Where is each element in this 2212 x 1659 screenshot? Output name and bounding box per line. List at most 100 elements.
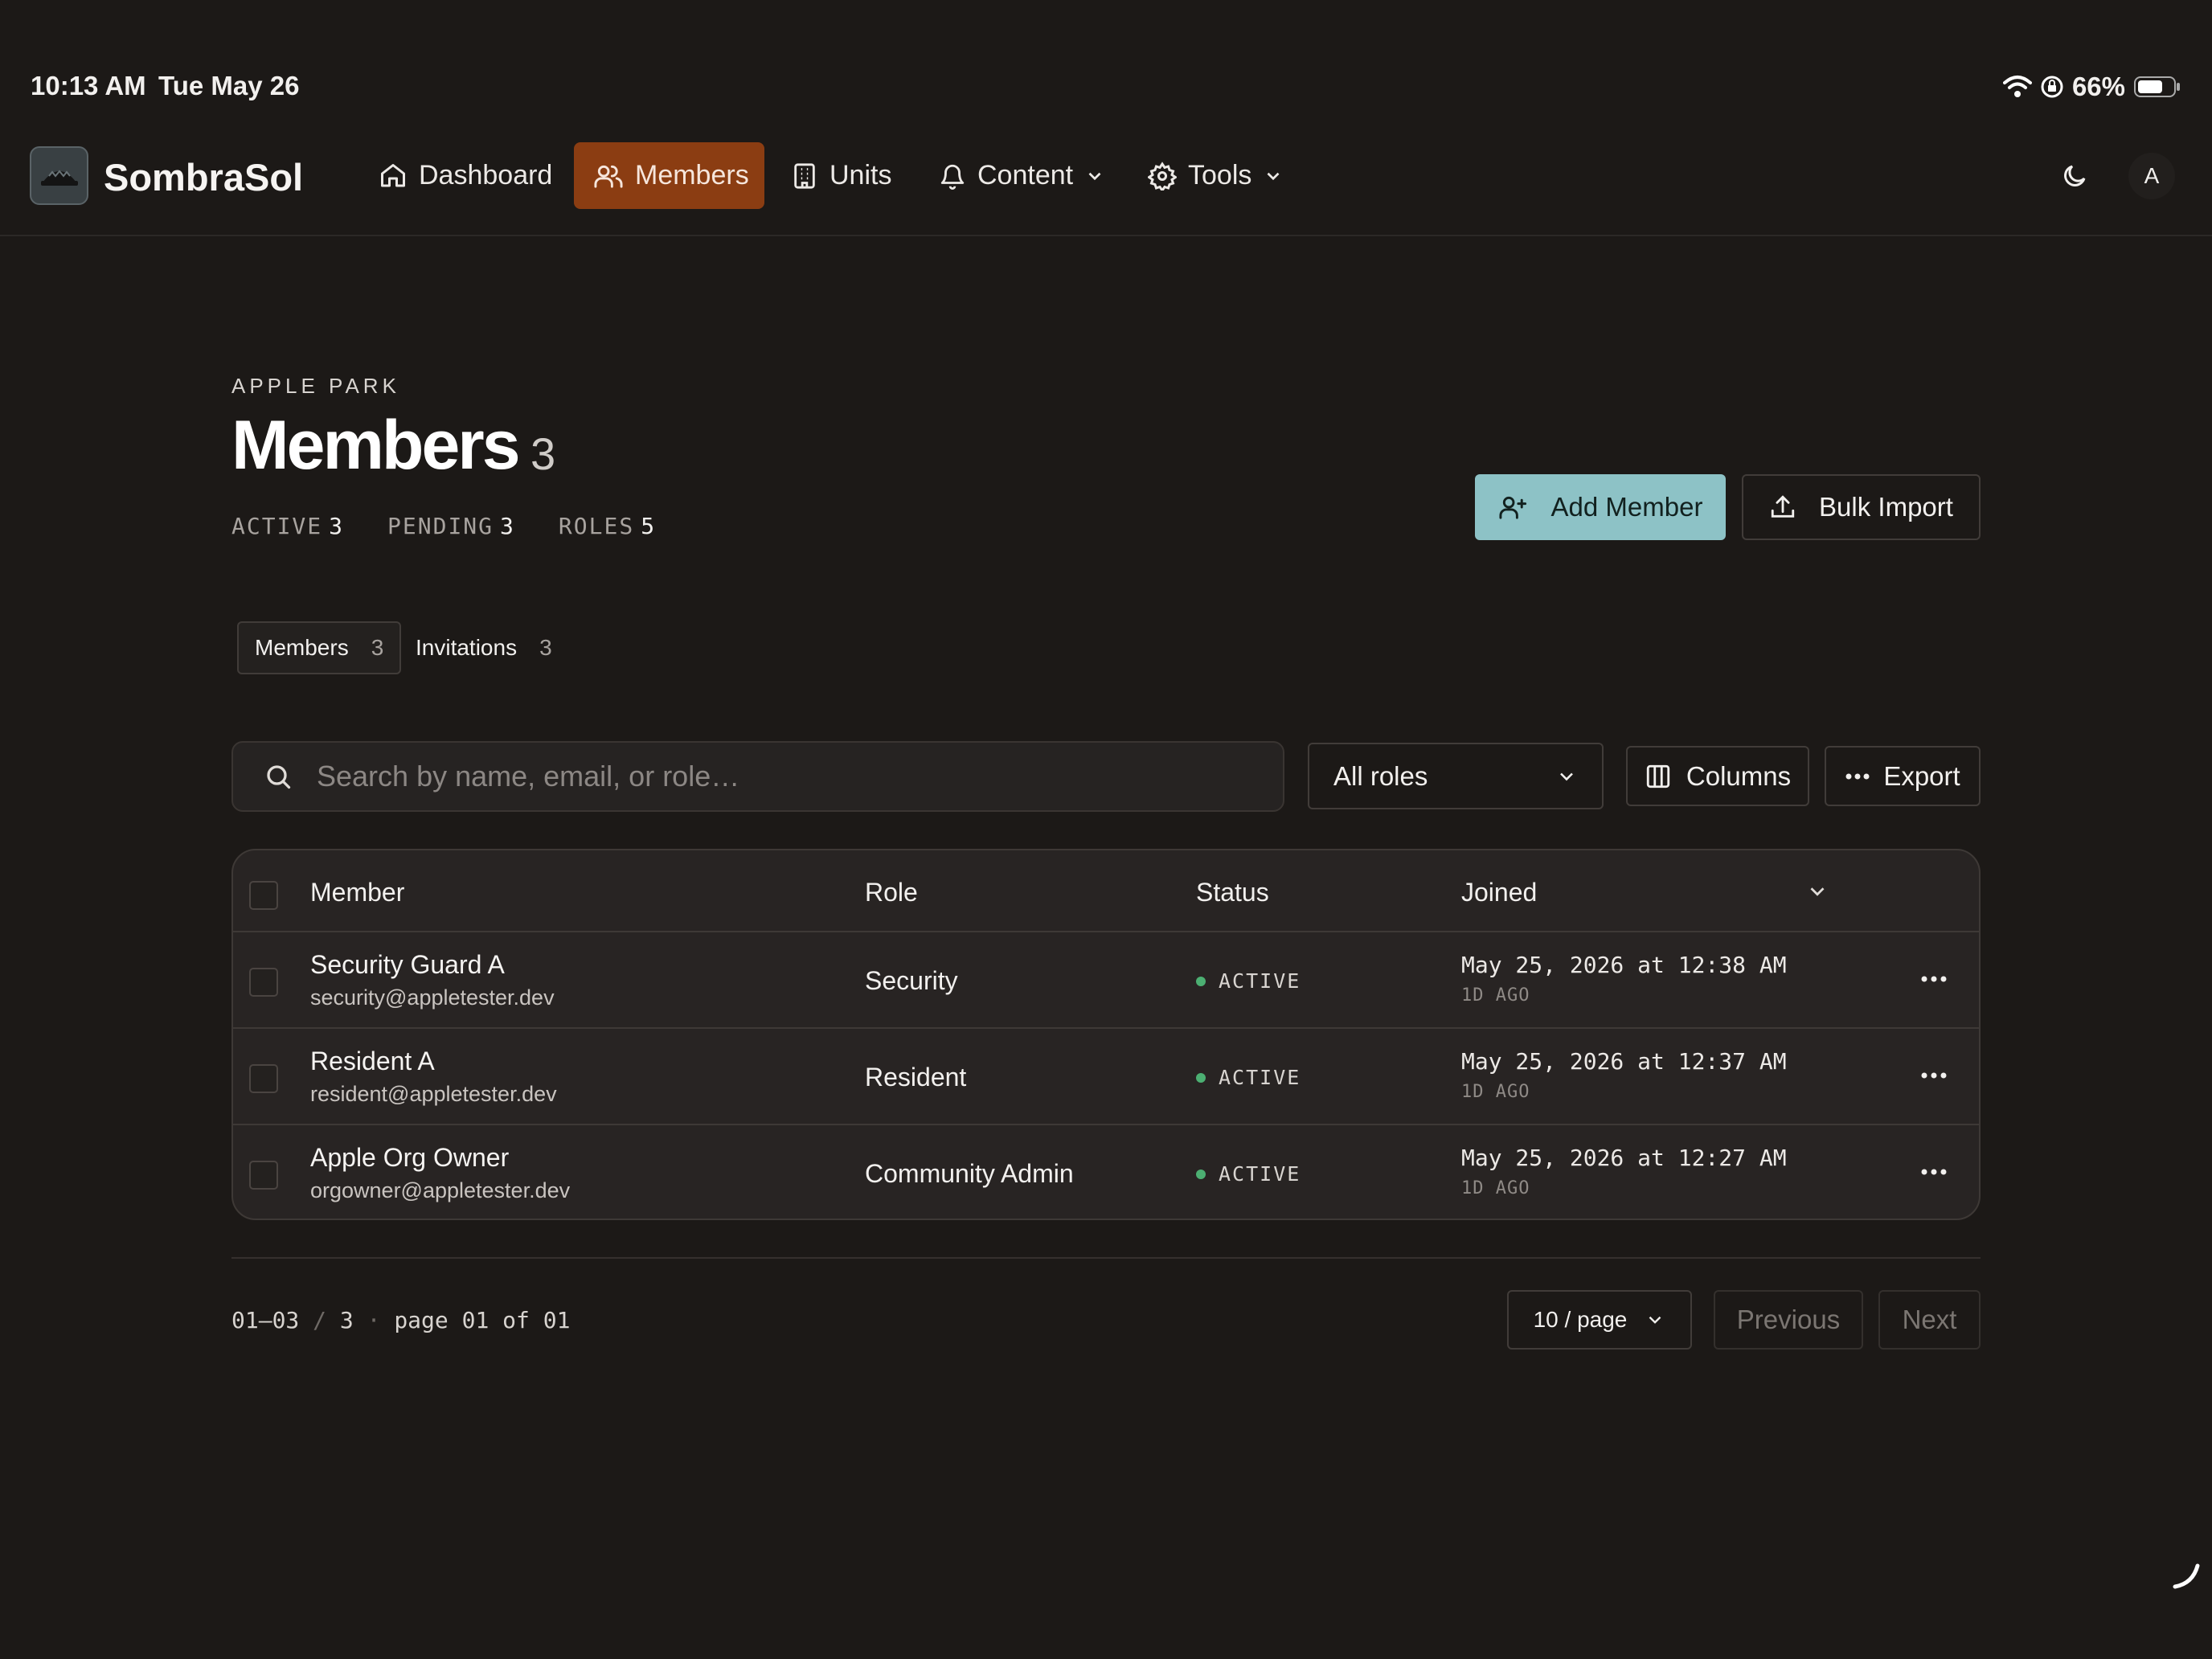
column-header-status[interactable]: Status <box>1196 878 1269 907</box>
orientation-lock-icon <box>2040 75 2064 99</box>
row-checkbox[interactable] <box>249 1161 278 1190</box>
avatar[interactable]: A <box>2128 153 2175 199</box>
users-icon <box>593 162 624 190</box>
add-member-label: Add Member <box>1550 492 1703 522</box>
nav-label: Members <box>635 160 749 190</box>
table-row[interactable]: Security Guard A security@appletester.de… <box>233 932 1979 1029</box>
role-filter-value: All roles <box>1333 760 1428 791</box>
top-nav: SombraSol Dashboard Members Units Conten… <box>0 129 2212 236</box>
org-name: APPLE PARK <box>231 374 400 398</box>
chevron-down-icon <box>1263 166 1284 186</box>
column-header-joined[interactable]: Joined <box>1461 878 1537 907</box>
member-email: resident@appletester.dev <box>310 1082 557 1106</box>
sort-chevron-icon[interactable] <box>1805 879 1829 903</box>
brand-logo[interactable] <box>30 146 88 205</box>
tab-invitations[interactable]: Invitations 3 <box>399 621 568 674</box>
table-row[interactable]: Apple Org Owner orgowner@appletester.dev… <box>233 1125 1979 1219</box>
status-badge: ACTIVE <box>1196 969 1301 993</box>
nav-members[interactable]: Members <box>574 142 764 209</box>
stat-pending: PENDING 3 <box>387 513 515 539</box>
export-button[interactable]: Export <box>1825 746 1981 806</box>
chevron-down-icon <box>1555 765 1578 788</box>
nav-label: Tools <box>1188 160 1252 190</box>
building-icon <box>791 162 818 190</box>
ellipsis-icon <box>1845 772 1870 780</box>
summary-stats: ACTIVE 3 PENDING 3 ROLES 5 <box>231 513 656 539</box>
row-checkbox[interactable] <box>249 968 278 997</box>
per-page-select[interactable]: 10 / page <box>1507 1290 1692 1350</box>
nav-label: Content <box>977 160 1074 190</box>
table-header: Member Role Status Joined <box>233 850 1979 932</box>
status-time: 10:13 AM <box>31 71 146 100</box>
joined-date: May 25, 2026 at 12:27 AM <box>1461 1145 1787 1171</box>
user-plus-icon <box>1498 493 1529 522</box>
bulk-import-button[interactable]: Bulk Import <box>1742 474 1981 540</box>
chevron-down-icon <box>1084 166 1105 186</box>
members-table: Member Role Status Joined Security Guard… <box>231 849 1981 1220</box>
per-page-value: 10 / page <box>1533 1307 1628 1332</box>
gear-icon <box>1148 161 1177 190</box>
status-badge: ACTIVE <box>1196 1066 1301 1089</box>
nav-tools[interactable]: Tools <box>1129 142 1303 209</box>
select-all-checkbox[interactable] <box>249 881 278 910</box>
search-icon <box>264 762 293 791</box>
page-indicator: page 01 of 01 <box>394 1307 571 1333</box>
pagination-summary: 01–03 / 3 · page 01 of 01 <box>231 1307 571 1333</box>
joined-relative: 1D AGO <box>1461 1082 1530 1102</box>
column-header-role[interactable]: Role <box>865 878 918 907</box>
columns-label: Columns <box>1686 760 1792 791</box>
member-name: Resident A <box>310 1047 435 1075</box>
battery-icon <box>2133 75 2181 99</box>
tab-label: Members <box>255 635 349 660</box>
status-indicators: 66% <box>2002 71 2181 103</box>
member-role: Security <box>865 966 958 995</box>
resize-handle-icon <box>2170 1559 2202 1591</box>
column-header-member[interactable]: Member <box>310 878 404 907</box>
add-member-button[interactable]: Add Member <box>1475 474 1726 540</box>
home-icon <box>379 162 408 190</box>
role-filter-select[interactable]: All roles <box>1308 743 1604 809</box>
row-actions-menu-button[interactable] <box>1915 1156 1953 1188</box>
status-bar: 10:13 AM Tue May 26 66% <box>0 0 2212 129</box>
nav-content[interactable]: Content <box>920 142 1124 209</box>
stat-roles: ROLES 5 <box>558 513 657 539</box>
row-actions-menu-button[interactable] <box>1915 963 1953 995</box>
status-date: Tue May 26 <box>158 71 300 100</box>
status-dot-icon <box>1196 1072 1206 1083</box>
page-title: Members <box>231 407 521 484</box>
tab-members[interactable]: Members 3 <box>237 621 402 674</box>
member-name: Apple Org Owner <box>310 1143 510 1172</box>
member-email: security@appletester.dev <box>310 985 555 1010</box>
tab-count: 3 <box>539 635 552 660</box>
tab-label: Invitations <box>416 635 518 660</box>
nav-units[interactable]: Units <box>772 142 911 209</box>
columns-button[interactable]: Columns <box>1626 746 1809 806</box>
member-role: Resident <box>865 1063 967 1092</box>
stat-active: ACTIVE 3 <box>231 513 345 539</box>
brand-name[interactable]: SombraSol <box>104 155 303 199</box>
upload-icon <box>1769 494 1796 521</box>
next-page-button[interactable]: Next <box>1878 1290 1981 1350</box>
range-value: 01–03 <box>231 1307 300 1333</box>
search-input[interactable] <box>317 760 1201 793</box>
battery-percent: 66% <box>2071 72 2125 101</box>
columns-icon <box>1645 763 1672 790</box>
row-checkbox[interactable] <box>249 1064 278 1093</box>
moon-icon <box>2060 162 2089 190</box>
nav-label: Units <box>830 160 892 190</box>
joined-date: May 25, 2026 at 12:38 AM <box>1461 952 1787 978</box>
export-label: Export <box>1883 760 1960 791</box>
nav-dashboard[interactable]: Dashboard <box>359 142 571 209</box>
divider <box>231 1257 1981 1259</box>
row-actions-menu-button[interactable] <box>1915 1059 1953 1092</box>
member-email: orgowner@appletester.dev <box>310 1178 571 1202</box>
wifi-icon <box>2002 75 2032 99</box>
search-box <box>231 741 1284 812</box>
joined-relative: 1D AGO <box>1461 1178 1530 1198</box>
status-dot-icon <box>1196 976 1206 986</box>
tab-count: 3 <box>371 635 384 660</box>
table-row[interactable]: Resident A resident@appletester.dev Resi… <box>233 1029 1979 1125</box>
theme-toggle-button[interactable] <box>2050 151 2099 201</box>
previous-page-button[interactable]: Previous <box>1714 1290 1863 1350</box>
range-total: 3 <box>339 1307 354 1333</box>
